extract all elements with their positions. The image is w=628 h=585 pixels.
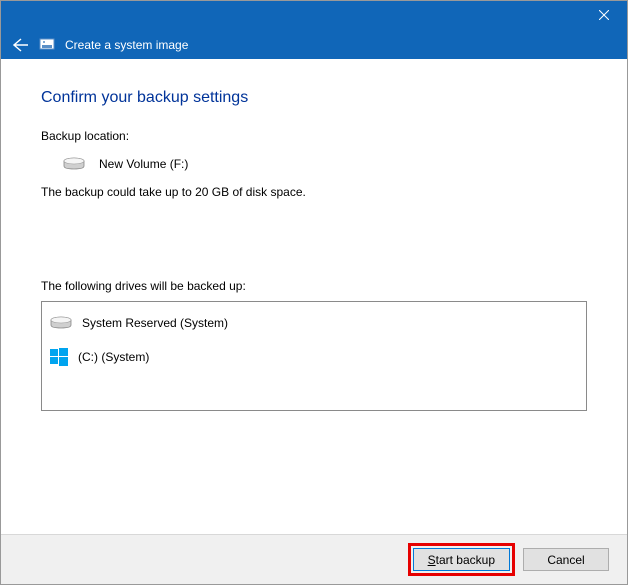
cancel-button[interactable]: Cancel — [523, 548, 609, 571]
backup-location-row: New Volume (F:) — [63, 157, 587, 171]
drive-row: System Reserved (System) — [50, 312, 578, 344]
windows-logo-icon — [50, 348, 68, 366]
content-area: Confirm your backup settings Backup loca… — [1, 59, 627, 411]
start-backup-button[interactable]: Start backup — [413, 548, 510, 571]
size-estimate-text: The backup could take up to 20 GB of dis… — [41, 185, 587, 199]
highlight-frame: Start backup — [408, 543, 515, 576]
hdd-icon — [63, 157, 85, 171]
titlebar: Create a system image — [1, 1, 627, 59]
hdd-icon — [50, 316, 72, 330]
drive-row: (C:) (System) — [50, 344, 578, 380]
back-arrow-icon — [13, 38, 29, 52]
drives-label: The following drives will be backed up: — [41, 279, 587, 293]
close-button[interactable] — [581, 1, 627, 29]
backup-location-label: Backup location: — [41, 129, 587, 143]
app-icon — [39, 37, 55, 53]
drives-listbox: System Reserved (System) (C:) (System) — [41, 301, 587, 411]
back-button[interactable] — [13, 38, 29, 52]
backup-location-value: New Volume (F:) — [99, 157, 188, 171]
drive-label: (C:) (System) — [78, 350, 149, 364]
close-icon — [599, 10, 609, 20]
footer-button-bar: Start backup Cancel — [1, 534, 627, 584]
drive-label: System Reserved (System) — [82, 316, 228, 330]
window-title: Create a system image — [65, 38, 188, 52]
page-heading: Confirm your backup settings — [41, 89, 587, 107]
